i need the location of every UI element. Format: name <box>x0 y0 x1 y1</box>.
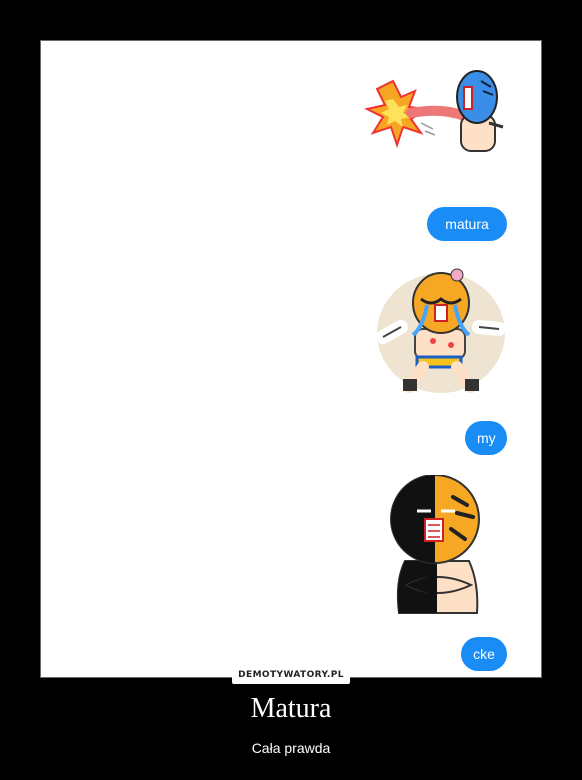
message-bubble-my[interactable]: my <box>465 421 507 455</box>
watermark: DEMOTYWATORY.PL <box>232 666 350 684</box>
caption-title: Matura <box>250 693 332 724</box>
luchador-arms-crossed-sticker-icon[interactable] <box>387 474 481 617</box>
caption-subtitle: Cała prawda <box>251 740 331 756</box>
message-bubble-matura[interactable]: matura <box>427 207 507 241</box>
luchador-crying-sticker-icon[interactable] <box>375 265 507 397</box>
message-bubble-cke[interactable]: cke <box>461 637 507 671</box>
luchador-punch-sticker-icon[interactable] <box>363 61 509 165</box>
demotivator-frame: matura my cke <box>40 40 542 678</box>
